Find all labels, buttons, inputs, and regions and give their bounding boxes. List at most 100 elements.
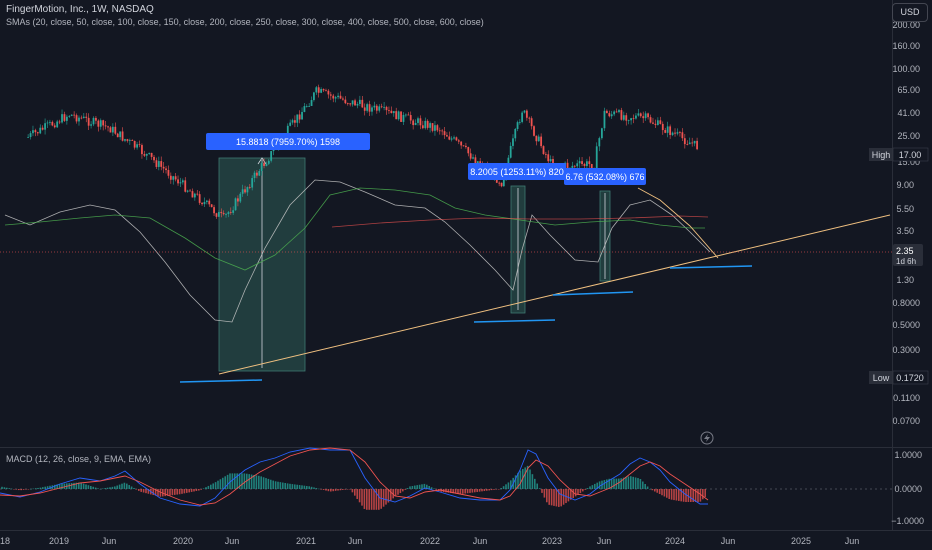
- svg-text:0.1720: 0.1720: [896, 373, 924, 383]
- candle-body: [674, 132, 676, 134]
- candle-body: [111, 126, 114, 133]
- candle-body: [162, 166, 165, 169]
- macd-histogram-bar: [661, 489, 663, 496]
- candle-body: [241, 189, 244, 194]
- macd-histogram-bar: [61, 483, 63, 489]
- candle-body: [49, 121, 51, 123]
- price-tick: 3.50: [896, 226, 914, 236]
- candle-body: [342, 98, 344, 100]
- support-line[interactable]: [179, 379, 263, 383]
- candle-body: [371, 107, 373, 112]
- annotation-label[interactable]: 6.76 (532.08%) 676: [564, 168, 646, 185]
- annotation-label[interactable]: 8.2005 (1253.11%) 820: [468, 163, 566, 180]
- macd-histogram-bar: [591, 485, 594, 489]
- macd-histogram-bar: [370, 489, 373, 510]
- candle-body: [581, 161, 583, 165]
- candle-body: [664, 130, 667, 133]
- macd-histogram-bar: [529, 469, 531, 489]
- candle-body: [196, 193, 199, 195]
- macd-histogram-bar: [394, 489, 397, 497]
- macd-histogram-bar: [174, 489, 176, 495]
- macd-histogram-bar: [644, 484, 646, 489]
- candle-body: [239, 193, 242, 202]
- lightning-icon[interactable]: [700, 431, 714, 445]
- time-axis[interactable]: 18 2019 Jun 2020 Jun 2021 Jun 2022 Jun 2…: [0, 536, 859, 546]
- support-line[interactable]: [669, 265, 753, 269]
- candle-body: [65, 116, 68, 121]
- candle-body: [263, 163, 265, 166]
- macd-indicator-legend[interactable]: MACD (12, 26, close, 9, EMA, EMA): [6, 454, 151, 464]
- macd-histogram-bar: [219, 479, 222, 489]
- candle-body: [691, 142, 694, 144]
- candle-body: [576, 163, 579, 167]
- macd-histogram-bar: [351, 489, 354, 493]
- candle-body: [349, 103, 352, 105]
- macd-histogram-bar: [116, 485, 118, 489]
- macd-histogram-bar: [613, 478, 615, 489]
- currency-button[interactable]: USD: [892, 3, 928, 22]
- candle-body: [390, 110, 393, 114]
- candle-body: [424, 120, 427, 129]
- candle-body: [229, 212, 232, 214]
- macd-histogram-bar: [1, 486, 3, 489]
- candle-body: [363, 107, 366, 111]
- candle-body: [400, 111, 402, 122]
- candle-body: [573, 165, 576, 167]
- macd-histogram-bar: [253, 474, 255, 489]
- macd-histogram-bar: [668, 489, 670, 499]
- candle-body: [620, 110, 623, 120]
- low-price-tag: Low 0.1720: [869, 370, 929, 385]
- macd-histogram-bar: [279, 482, 282, 489]
- candle-body: [632, 118, 635, 119]
- macd-histogram[interactable]: [1, 465, 706, 510]
- macd-histogram-bar: [262, 477, 265, 489]
- price-chart[interactable]: 200.00 160.00 100.00 65.00 41.00 25.00 1…: [0, 0, 932, 550]
- macd-histogram-bar: [15, 489, 18, 490]
- candle-body: [512, 138, 514, 146]
- candlestick-series[interactable]: [27, 84, 698, 219]
- candle-body: [615, 111, 618, 113]
- candle-body: [124, 139, 126, 141]
- macd-histogram-bar: [301, 485, 303, 489]
- annotation-label[interactable]: 15.8818 (7959.70%) 1598: [206, 133, 370, 150]
- price-axis[interactable]: 200.00 160.00 100.00 65.00 41.00 25.00 1…: [892, 20, 920, 426]
- candle-body: [193, 193, 196, 198]
- candle-body: [253, 172, 256, 179]
- candle-body: [234, 198, 237, 211]
- time-tick: 2024: [665, 536, 685, 546]
- macd-axis[interactable]: 1.0000 0.0000 −1.0000: [891, 450, 924, 526]
- macd-histogram-bar: [18, 489, 20, 491]
- candle-body: [227, 212, 230, 214]
- macd-histogram-bar: [411, 485, 414, 489]
- macd-histogram-bar: [142, 489, 145, 493]
- macd-histogram-bar: [368, 489, 370, 510]
- svg-text:1d 6h: 1d 6h: [896, 257, 916, 266]
- candle-body: [133, 140, 136, 148]
- macd-histogram-bar: [603, 480, 606, 489]
- candle-body: [521, 112, 524, 122]
- candle-body: [184, 180, 187, 192]
- candle-body: [385, 106, 388, 111]
- macd-histogram-bar: [195, 489, 198, 492]
- support-line[interactable]: [473, 319, 556, 323]
- candle-body: [329, 94, 332, 96]
- macd-histogram-bar: [327, 489, 330, 492]
- chart-title[interactable]: FingerMotion, Inc., 1W, NASDAQ: [6, 4, 154, 15]
- time-tick: Jun: [597, 536, 612, 546]
- macd-histogram-bar: [481, 489, 483, 492]
- macd-histogram-bar: [390, 489, 392, 501]
- macd-histogram-bar: [277, 481, 279, 489]
- candle-body: [571, 165, 574, 168]
- macd-histogram-bar: [627, 476, 630, 489]
- candle-body: [155, 160, 158, 167]
- candle-body: [412, 120, 415, 126]
- sma-indicator-legend[interactable]: SMAs (20, close, 50, close, 100, close, …: [6, 17, 484, 27]
- macd-histogram-bar: [85, 484, 87, 489]
- time-tick: 2019: [49, 536, 69, 546]
- macd-histogram-bar: [562, 489, 565, 505]
- candle-body: [51, 121, 54, 126]
- candle-body: [388, 110, 390, 111]
- macd-histogram-bar: [346, 489, 349, 490]
- candle-body: [588, 161, 591, 165]
- macd-histogram-bar: [433, 488, 435, 489]
